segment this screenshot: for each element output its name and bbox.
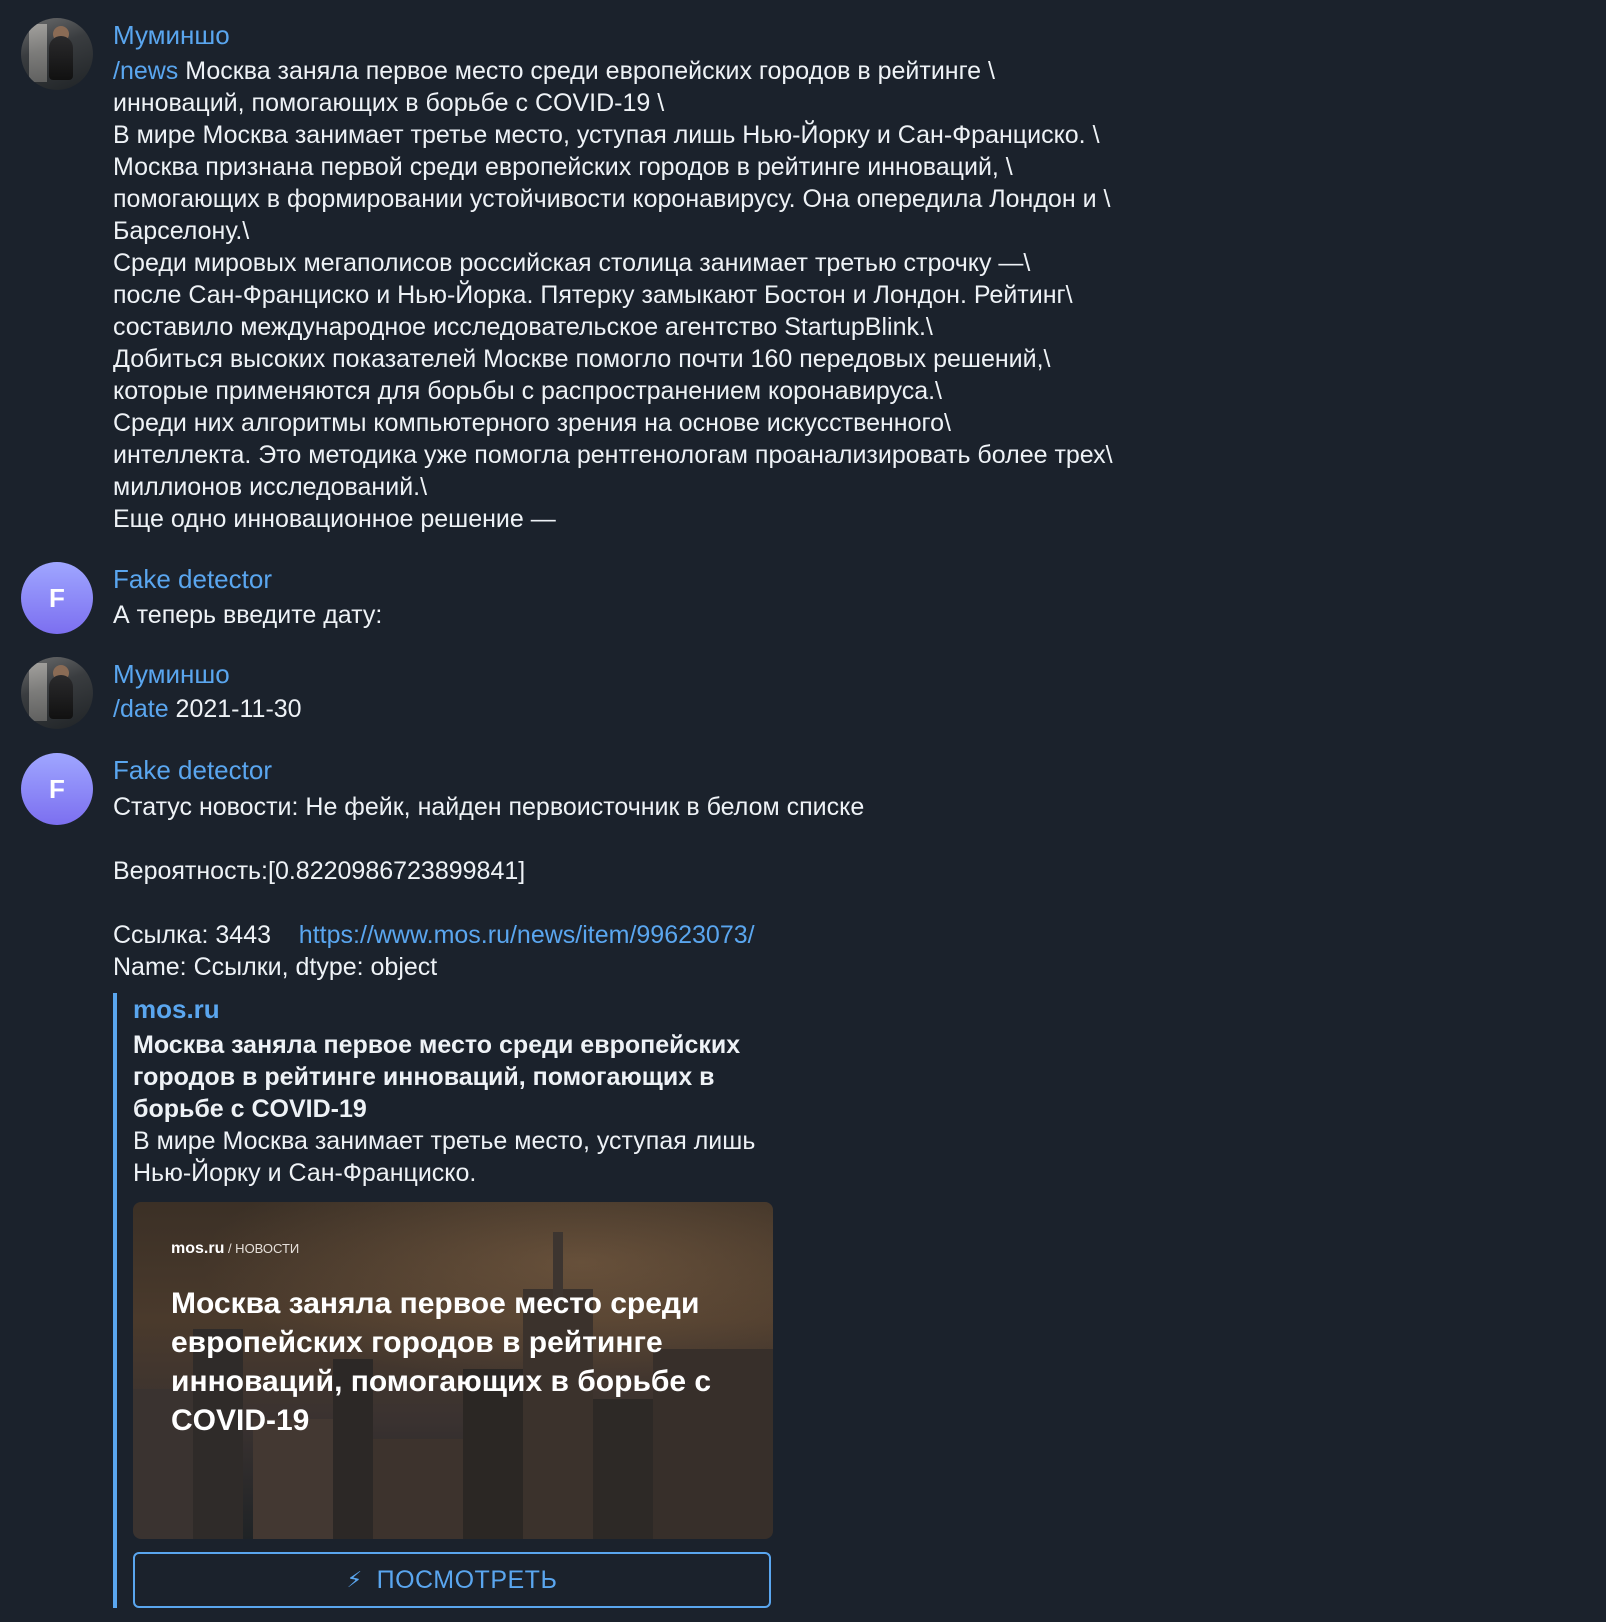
preview-image-logo: mos.ru / НОВОСТИ <box>171 1240 300 1257</box>
link-line: Ссылка: 3443 https://www.mos.ru/news/ite… <box>113 921 755 949</box>
preview-image[interactable]: mos.ru / НОВОСТИ Москва заняла первое ме… <box>133 1202 773 1539</box>
bot-avatar[interactable]: F <box>21 753 93 825</box>
preview-description: В мире Москва занимает третье место, уст… <box>133 1127 756 1187</box>
view-button[interactable]: ⚡ ПОСМОТРЕТЬ <box>133 1552 771 1608</box>
sender-name[interactable]: Fake detector <box>113 562 272 596</box>
sender-name[interactable]: Fake detector <box>113 753 272 787</box>
preview-image-title: Москва заняла первое место среди европей… <box>171 1287 712 1437</box>
preview-title: Москва заняла первое место среди европей… <box>133 1031 741 1123</box>
instant-view-icon: ⚡ <box>346 1567 363 1592</box>
sender-name[interactable]: Муминшо <box>113 657 230 691</box>
chat-history: Муминшо /news Москва заняла первое место… <box>0 0 1606 1622</box>
sender-name[interactable]: Муминшо <box>113 18 230 52</box>
probability-text: Вероятность:[0.8220986723899841] <box>113 857 526 885</box>
link-preview[interactable]: mos.ru Москва заняла первое место среди … <box>113 993 777 1608</box>
message-text: /news Москва заняла первое место среди е… <box>113 57 1113 533</box>
user-avatar[interactable] <box>21 18 93 90</box>
view-button-label: ПОСМОТРЕТЬ <box>376 1565 558 1594</box>
status-text: Статус новости: Не фейк, найден первоист… <box>113 793 865 821</box>
name-line: Name: Ссылки, dtype: object <box>113 953 438 981</box>
source-link[interactable]: https://www.mos.ru/news/item/99623073/ <box>299 921 755 949</box>
command-link[interactable]: /news <box>113 57 178 85</box>
preview-site-name: mos.ru <box>133 994 220 1024</box>
command-link[interactable]: /date <box>113 695 169 723</box>
bot-avatar[interactable]: F <box>21 562 93 634</box>
message-text: А теперь введите дату: <box>113 601 383 629</box>
message-text: /date 2021-11-30 <box>113 695 302 723</box>
user-avatar[interactable] <box>21 657 93 729</box>
